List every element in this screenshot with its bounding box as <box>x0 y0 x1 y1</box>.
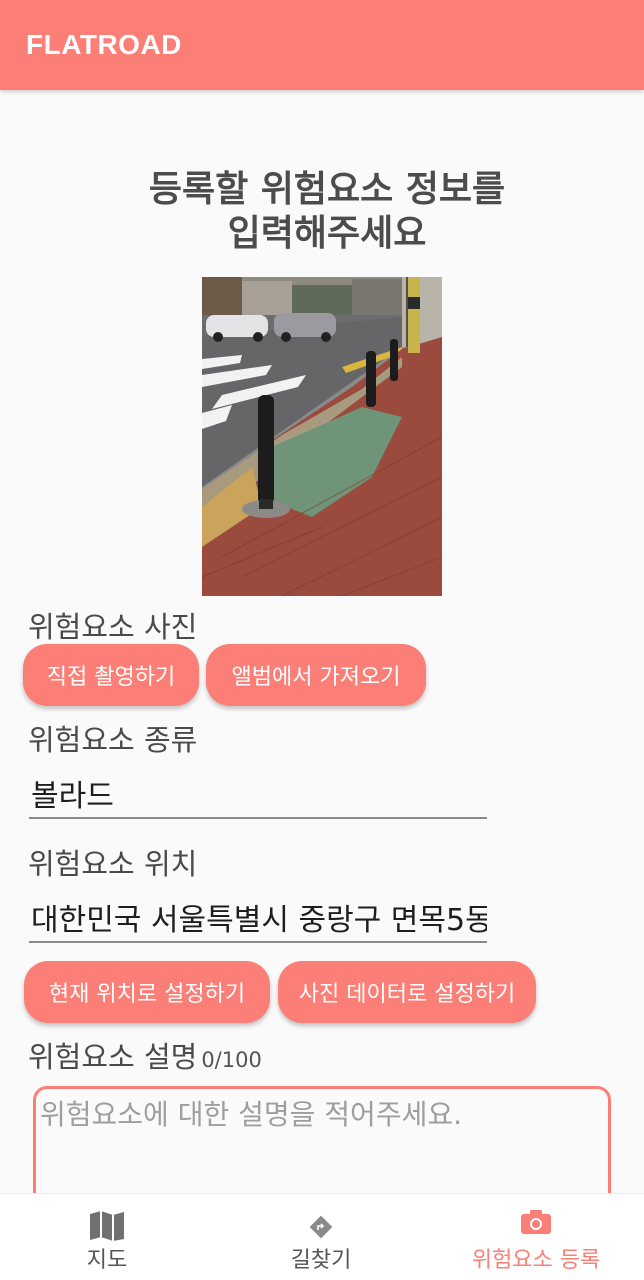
directions-icon <box>308 1214 334 1244</box>
location-section-label: 위험요소 위치 <box>28 847 198 881</box>
description-section-label: 위험요소 설명 0/100 <box>28 1034 262 1076</box>
page-title-line-2: 입력해주세요 <box>227 213 427 254</box>
nav-label-register-hazard: 위험요소 등록 <box>471 1248 601 1273</box>
nav-item-directions[interactable]: 길찾기 <box>214 1194 428 1280</box>
hazard-photo <box>202 277 442 596</box>
bottom-navigation: 지도 길찾기 위험요소 등록 <box>0 1193 644 1280</box>
photo-section-label: 위험요소 사진 <box>28 610 198 644</box>
description-placeholder: 위험요소에 대한 설명을 적어주세요. <box>40 1098 463 1131</box>
nav-item-map[interactable]: 지도 <box>0 1194 214 1280</box>
map-icon <box>89 1210 125 1246</box>
nav-item-register-hazard[interactable]: 위험요소 등록 <box>428 1194 644 1280</box>
photo-data-location-button[interactable]: 사진 데이터로 설정하기 <box>278 961 536 1023</box>
hazard-type-field[interactable]: 볼라드 <box>29 767 487 819</box>
current-location-button[interactable]: 현재 위치로 설정하기 <box>24 961 270 1023</box>
description-label: 위험요소 설명 <box>28 1040 198 1074</box>
nav-label-map: 지도 <box>86 1248 128 1273</box>
take-photo-button[interactable]: 직접 촬영하기 <box>23 644 199 706</box>
app-bar: FLATROAD <box>0 0 644 90</box>
type-section-label: 위험요소 종류 <box>28 723 198 757</box>
page-title: 등록할 위험요소 정보를 입력해주세요 <box>0 168 644 256</box>
app-title: FLATROAD <box>26 29 182 60</box>
album-button[interactable]: 앨범에서 가져오기 <box>206 644 426 706</box>
hazard-location-value: 대한민국 서울특별시 중랑구 면목5동 <box>31 903 487 938</box>
hazard-type-value: 볼라드 <box>31 779 114 814</box>
page-title-line-1: 등록할 위험요소 정보를 <box>148 169 506 210</box>
description-counter: 0/100 <box>201 1048 262 1072</box>
camera-icon <box>520 1209 552 1239</box>
hazard-location-field[interactable]: 대한민국 서울특별시 중랑구 면목5동 <box>29 891 487 943</box>
nav-label-directions: 길찾기 <box>290 1248 352 1273</box>
